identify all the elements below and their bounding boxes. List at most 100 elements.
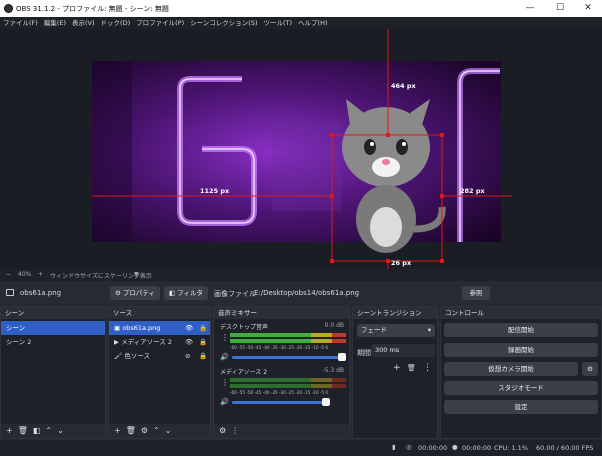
stream-time: 00:00:00 [418,444,448,452]
volume-slider[interactable] [232,356,342,359]
brush-icon: 🖌 [114,352,125,360]
add-icon[interactable]: + [6,424,13,438]
start-streaming-button[interactable]: 配信開始 [444,323,598,337]
virtual-camera-settings-button[interactable]: ⚙ [582,362,598,376]
kebab-menu-icon[interactable]: ⋮ [231,424,239,438]
filter-icon: ◧ [168,289,178,297]
title-bar: OBS 31.1.2 - プロファイル: 無題 - シーン: 無題 — ☐ ✕ [0,0,602,17]
trash-icon[interactable]: 🗑 [407,364,416,372]
trash-icon[interactable]: 🗑 [18,424,28,438]
channel-db: -5.3 dB [322,367,344,374]
lock-icon[interactable]: 🔒 [199,321,207,335]
filters-button[interactable]: ◧ フィルタ [164,286,208,300]
start-recording-button[interactable]: 録画開始 [444,343,598,357]
scene-item[interactable]: シーン 2 [1,335,105,349]
fps-counter: 60.00 / 60.00 FPS [536,444,594,452]
level-meter [230,333,346,337]
gear-icon[interactable]: ⚙ [141,424,148,438]
properties-label: プロパティ [122,289,156,297]
source-name: メディアソース 2 [121,338,172,346]
filter-icon[interactable]: ◧ [33,424,41,438]
audio-mixer-panel: 音声ミキサー デスクトップ音声 0.0 dB ⋮ -60 -55 -50 -45… [213,306,350,439]
volume-slider[interactable] [232,401,328,404]
eye-icon[interactable]: 👁 [185,335,193,349]
trash-icon[interactable]: 🗑 [126,424,136,438]
status-bar: ▮ ◎ 00:00:00 ● 00:00:00 CPU: 1.1% 60.00 … [0,440,602,456]
image-icon: ▣ [114,324,123,332]
kebab-menu-icon[interactable]: ⋮ [423,363,432,373]
menu-scene-collection[interactable]: シーンコレクション(S) [187,17,260,29]
source-name: obs61a.png [122,324,161,332]
kebab-menu-icon[interactable]: ⋮ [221,378,229,387]
menu-dock[interactable]: ドック(D) [98,17,134,29]
menu-view[interactable]: 表示(V) [69,17,98,29]
chevron-down-icon[interactable]: ⌄ [165,424,172,438]
mixer-toolbar: ⚙ ⋮ [214,424,349,438]
menu-help[interactable]: ヘルプ(H) [295,17,330,29]
minimize-button[interactable]: — [515,0,545,17]
guide-label-bottom: 26 px [391,259,412,267]
level-meter [230,384,346,388]
duration-label: 期間 [357,349,371,357]
source-item[interactable]: 🖌 色ソース ⊘ 🔒 [109,349,210,363]
selected-source-name: obs61a.png [20,289,62,297]
level-meter [230,378,346,382]
transition-type-select[interactable]: フェード ▾ [357,324,435,337]
menu-tools[interactable]: ツール(T) [260,17,295,29]
scenes-toolbar: + 🗑 ◧ ⌃ ⌄ [1,424,105,438]
menu-profile[interactable]: プロファイル(P) [133,17,187,29]
settings-button[interactable]: 設定 [444,400,598,414]
zoom-in-button[interactable]: + [38,271,43,278]
zoom-out-button[interactable]: − [6,271,11,278]
studio-mode-button[interactable]: スタジオモード [444,381,598,395]
eye-hidden-icon[interactable]: ⊘ [185,349,190,363]
close-button[interactable]: ✕ [573,0,602,17]
duration-input[interactable]: 300 ms [371,344,435,357]
lock-icon[interactable]: 🔒 [199,349,207,363]
sources-toolbar: + 🗑 ⚙ ⌃ ⌄ [109,424,210,438]
kebab-menu-icon[interactable]: ⋮ [221,333,229,342]
menu-file[interactable]: ファイル(F) [0,17,41,29]
guide-label-top: 464 px [391,82,416,90]
scale-mode-dropdown-icon[interactable]: ▼ [134,271,139,278]
volume-slider-handle[interactable] [338,353,346,361]
speaker-icon[interactable]: 🔊 [220,353,229,361]
chevron-down-icon[interactable]: ⌄ [57,424,64,438]
window-title: OBS 31.1.2 - プロファイル: 無題 - シーン: 無題 [16,5,169,13]
scene-item[interactable]: シーン [1,321,105,335]
menu-bar: ファイル(F) 編集(E) 表示(V) ドック(D) プロファイル(P) シーンコレクショ… [0,17,602,29]
chevron-up-icon[interactable]: ⌃ [45,424,52,438]
channel-db: 0.0 dB [324,322,344,329]
transitions-title: シーントランジション [353,307,437,319]
cpu-usage: CPU: 1.1% [494,444,528,452]
add-icon[interactable]: + [114,424,121,438]
gear-icon: ⚙ [114,289,123,297]
source-item[interactable]: ▶ メディアソース 2 👁 🔒 [109,335,210,349]
browse-button[interactable]: 参照 [462,286,490,300]
filters-label: フィルタ [177,289,204,297]
sources-panel: ソース ▣ obs61a.png 👁 🔒 ▶ メディアソース 2 👁 🔒 🖌 色ソース ⊘… [108,306,211,439]
network-icon: ▮ [392,443,396,451]
speaker-icon[interactable]: 🔊 [220,398,229,406]
transform-guides [92,29,512,269]
obs-logo-icon [4,4,13,13]
level-meter [230,339,346,343]
scenes-panel: シーン シーン シーン 2 + 🗑 ◧ ⌃ ⌄ [0,306,106,439]
eye-icon[interactable]: 👁 [185,321,193,335]
image-icon [6,289,14,296]
add-icon[interactable]: + [393,363,401,373]
lock-icon[interactable]: 🔒 [199,335,207,349]
chevron-up-icon[interactable]: ⌃ [153,424,160,438]
file-path: E:/Desktop/obs14/obs61a.png [254,289,360,297]
scenes-title: シーン [1,307,105,319]
volume-slider-handle[interactable] [322,398,330,406]
advanced-audio-icon[interactable]: ⚙ [219,424,226,438]
start-virtual-camera-button[interactable]: 仮想カメラ開始 [444,362,578,376]
source-item[interactable]: ▣ obs61a.png 👁 🔒 [109,321,210,335]
cat-image[interactable] [342,99,446,253]
maximize-button[interactable]: ☐ [545,0,575,17]
meter-scale: -60 -55 -50 -45 -40 -35 -30 -25 -20 -15 … [230,390,329,395]
menu-edit[interactable]: 編集(E) [41,17,69,29]
source-name: 色ソース [124,352,151,360]
properties-button[interactable]: ⚙ プロパティ [110,286,160,300]
